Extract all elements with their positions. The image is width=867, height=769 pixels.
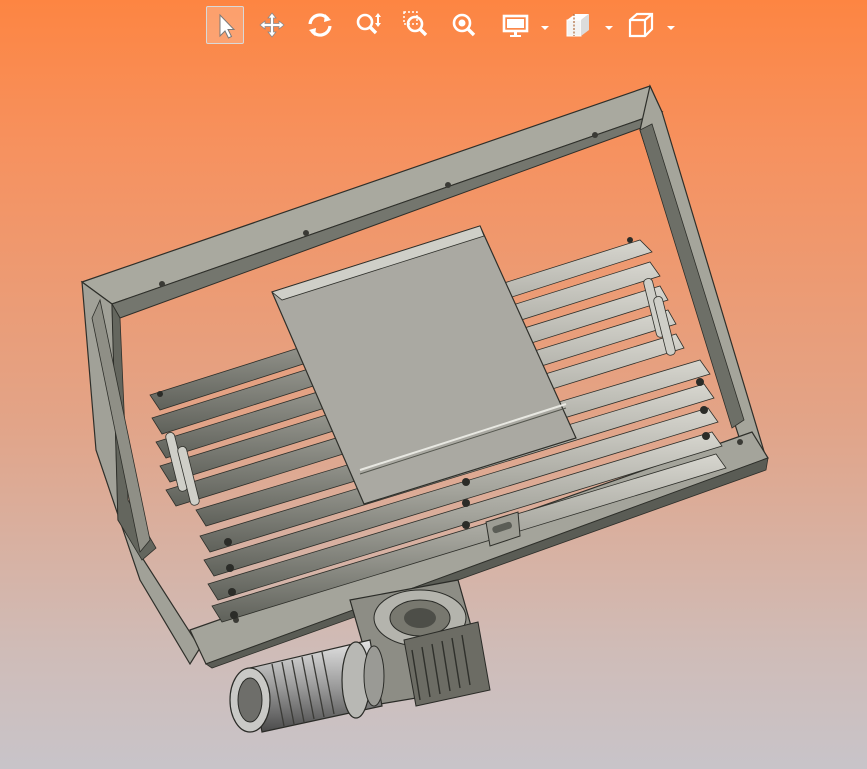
3d-viewport[interactable] [0, 0, 867, 769]
electric-motor [229, 639, 385, 733]
conveyor-assembly-model[interactable] [0, 0, 867, 769]
